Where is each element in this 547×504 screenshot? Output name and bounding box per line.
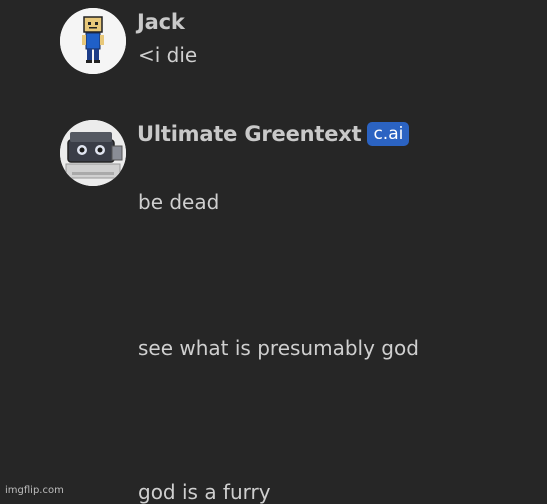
cai-badge: c.ai <box>367 122 410 146</box>
message-ultimate-greentext: Ultimate Greentext c.ai be dead see what… <box>0 118 547 504</box>
imgflip-watermark: imgflip.com <box>5 485 64 496</box>
greentext-avatar-icon[interactable] <box>60 120 126 186</box>
message-text: <i die <box>138 43 198 67</box>
author-name[interactable]: Ultimate Greentext <box>137 122 362 146</box>
message-line: god is a furry <box>138 480 271 504</box>
message-line: be dead <box>138 190 220 214</box>
message-jack: Jack <i die <box>0 0 547 90</box>
jack-avatar-icon[interactable] <box>60 8 126 74</box>
message-line: see what is presumably god <box>138 336 419 360</box>
author-name[interactable]: Jack <box>137 10 185 34</box>
